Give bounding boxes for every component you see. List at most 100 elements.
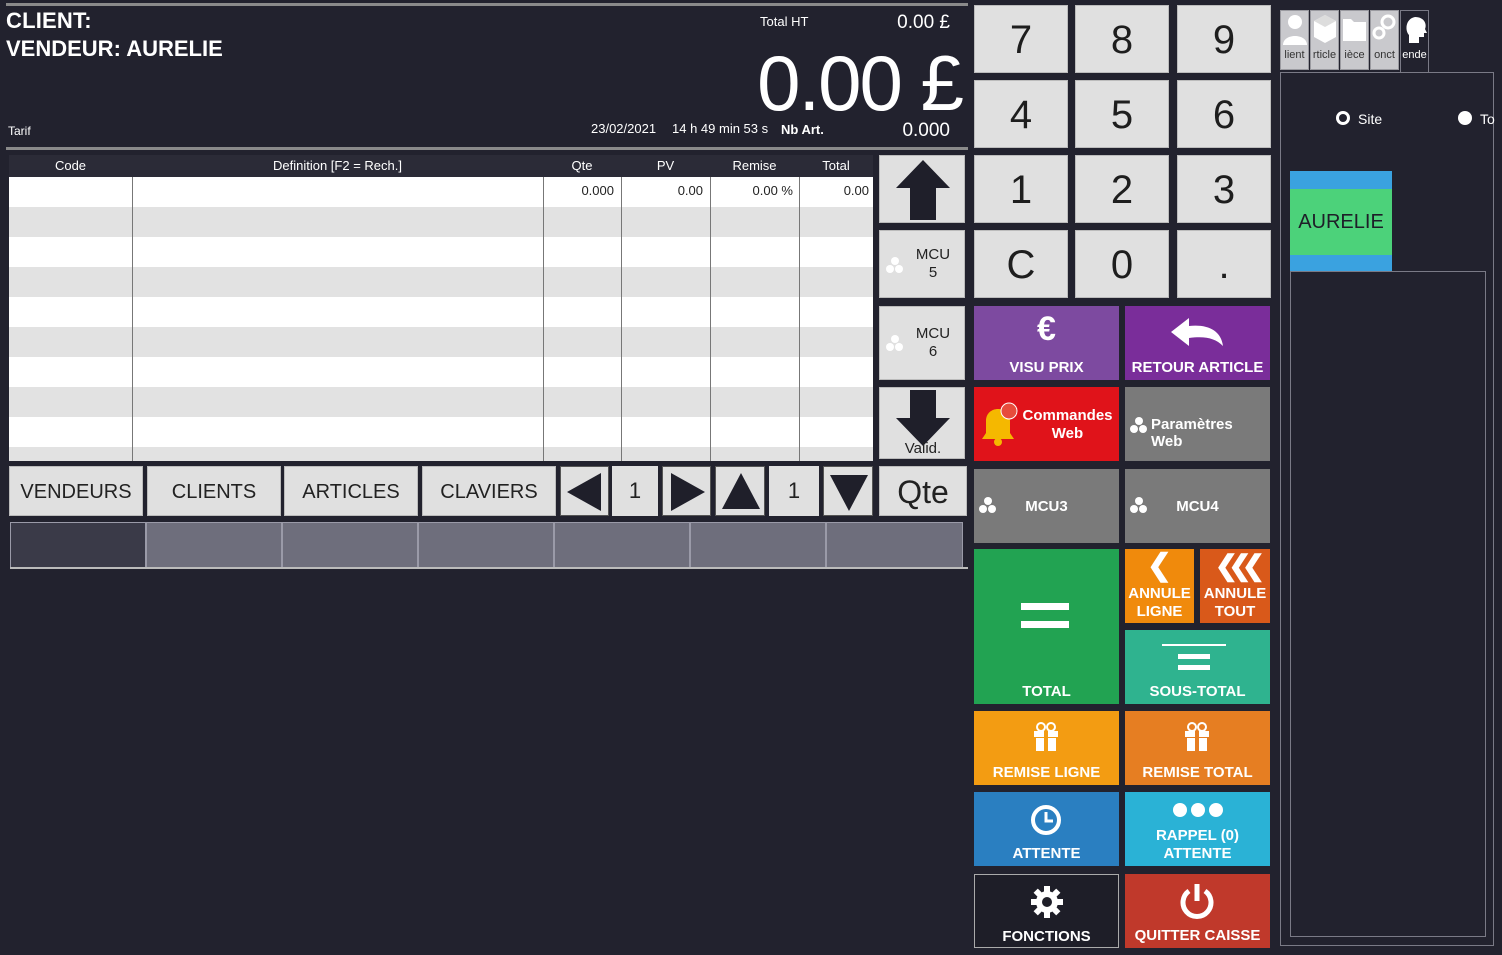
mcu3-button[interactable]: MCU3 [974, 469, 1119, 543]
numpad-key-2[interactable]: 2 [1075, 155, 1169, 223]
remise-total-button[interactable]: REMISE TOTAL [1125, 711, 1270, 785]
clock-icon [1031, 805, 1061, 835]
tab-clients[interactable]: lient [1280, 10, 1309, 70]
next-page-button[interactable] [662, 466, 711, 516]
rappel-label-1: RAPPEL (0) [1155, 827, 1240, 844]
numpad-key-3[interactable]: 3 [1177, 155, 1271, 223]
folder-icon [1343, 19, 1366, 41]
mcu5-label-1: MCU [915, 246, 951, 263]
time-display: 14 h 49 min 53 s [672, 121, 769, 136]
numpad-key-4[interactable]: 4 [974, 80, 1068, 148]
col-code[interactable]: Code [9, 155, 132, 177]
prev-page-button[interactable] [560, 466, 609, 516]
retour-article-button[interactable]: RETOUR ARTICLE [1125, 306, 1270, 380]
keyboard-tab[interactable] [282, 522, 418, 568]
table-row[interactable] [9, 237, 873, 267]
parametres-web-button[interactable]: Paramètres Web [1125, 387, 1270, 461]
scroll-down-valid-button[interactable]: Valid. [879, 387, 965, 459]
table-row[interactable] [9, 387, 873, 417]
col-definition[interactable]: Definition [F2 = Rech.] [132, 155, 543, 177]
vendeurs-button[interactable]: VENDEURS [9, 466, 143, 516]
numpad-key-1[interactable]: 1 [974, 155, 1068, 223]
keyboard-tab[interactable] [10, 522, 146, 568]
keyboard-tab[interactable] [690, 522, 826, 568]
fonctions-button[interactable]: FONCTIONS [974, 874, 1119, 948]
arrow-up-icon [896, 160, 950, 220]
table-row[interactable] [9, 267, 873, 297]
arrow-up-icon [722, 473, 760, 509]
numpad-key-9[interactable]: 9 [1177, 5, 1271, 73]
table-row[interactable] [9, 327, 873, 357]
bell-icon [982, 402, 1018, 446]
qte-button[interactable]: Qte [879, 466, 967, 516]
table-row[interactable] [9, 297, 873, 327]
person-icon [1283, 15, 1307, 45]
col-qte[interactable]: Qte [543, 155, 621, 177]
numpad-key-7[interactable]: 7 [974, 5, 1068, 73]
keyboard-tab[interactable] [826, 522, 963, 568]
mcu4-button[interactable]: MCU4 [1125, 469, 1270, 543]
cell-qte: 0.000 [581, 183, 614, 198]
numpad-key-clear[interactable]: C [974, 230, 1068, 298]
col-pv[interactable]: PV [621, 155, 710, 177]
total-ht-value: 0.00 £ [897, 12, 950, 33]
annule-tout-button[interactable]: ❮❮❮ ANNULE TOUT [1200, 549, 1270, 623]
table-row[interactable] [9, 357, 873, 387]
numpad-key-8[interactable]: 8 [1075, 5, 1169, 73]
radio-to[interactable] [1458, 111, 1472, 125]
column-divider [621, 177, 622, 461]
table-header: Code Definition [F2 = Rech.] Qte PV Remi… [9, 155, 873, 177]
keyboard-tab[interactable] [554, 522, 690, 568]
scroll-up-button[interactable] [879, 155, 965, 223]
numpad-key-5[interactable]: 5 [1075, 80, 1169, 148]
tab-pieces-label: ièce [1344, 49, 1365, 61]
table-row[interactable] [9, 447, 873, 461]
col-remise[interactable]: Remise [710, 155, 799, 177]
mcu6-button[interactable]: MCU 6 [879, 306, 965, 380]
gear-icon [1031, 886, 1063, 918]
vendeur-aurelie-button[interactable]: AURELIE [1290, 189, 1392, 255]
annule-ligne-button[interactable]: ❮ ANNULE LIGNE [1125, 549, 1194, 623]
power-icon [1180, 884, 1214, 919]
tab-vendeurs-label: ende [1402, 49, 1427, 61]
chevrons-left-icon: ❮❮❮ [1214, 550, 1265, 581]
column-divider [710, 177, 711, 461]
tab-vendeurs[interactable]: ende [1400, 10, 1429, 73]
tab-fonctions[interactable]: onct [1370, 10, 1399, 70]
annule-ligne-label-2: LIGNE [1136, 603, 1183, 620]
rappel-label-2: ATTENTE [1163, 845, 1232, 862]
visu-prix-button[interactable]: € VISU PRIX [974, 306, 1119, 380]
numpad-key-dot[interactable]: . [1177, 230, 1271, 298]
mcu5-button[interactable]: MCU 5 [879, 230, 965, 298]
rappel-attente-button[interactable]: RAPPEL (0) ATTENTE [1125, 792, 1270, 866]
numpad-key-6[interactable]: 6 [1177, 80, 1271, 148]
total-button[interactable]: TOTAL [974, 549, 1119, 704]
ticket-table[interactable]: Code Definition [F2 = Rech.] Qte PV Remi… [9, 155, 873, 461]
keyboard-tab[interactable] [418, 522, 554, 568]
page-up-button[interactable] [715, 466, 765, 516]
quitter-caisse-button[interactable]: QUITTER CAISSE [1125, 874, 1270, 948]
table-row[interactable] [9, 417, 873, 447]
commandes-web-button[interactable]: Commandes Web [974, 387, 1119, 461]
remise-ligne-label: REMISE LIGNE [992, 764, 1101, 781]
col-total[interactable]: Total [799, 155, 873, 177]
numpad-key-0[interactable]: 0 [1075, 230, 1169, 298]
radio-site[interactable] [1336, 111, 1350, 125]
articles-button[interactable]: ARTICLES [284, 466, 418, 516]
sous-total-button[interactable]: SOUS-TOTAL [1125, 630, 1270, 704]
page-down-button[interactable] [823, 466, 873, 516]
gift-icon [1034, 722, 1058, 751]
remise-ligne-button[interactable]: REMISE LIGNE [974, 711, 1119, 785]
attente-button[interactable]: ATTENTE [974, 792, 1119, 866]
mcu5-label-2: 5 [928, 264, 938, 281]
tab-fonctions-label: onct [1374, 49, 1395, 61]
keyboard-tab[interactable] [146, 522, 282, 568]
clients-button[interactable]: CLIENTS [147, 466, 281, 516]
claviers-button[interactable]: CLAVIERS [422, 466, 556, 516]
vendeur-label: VENDEUR: AURELIE [6, 36, 223, 61]
tab-pieces[interactable]: ièce [1340, 10, 1369, 70]
tab-articles[interactable]: rticle [1310, 10, 1339, 70]
table-row[interactable] [9, 207, 873, 237]
tab-articles-label: rticle [1312, 49, 1337, 61]
gift-icon [1185, 722, 1209, 751]
